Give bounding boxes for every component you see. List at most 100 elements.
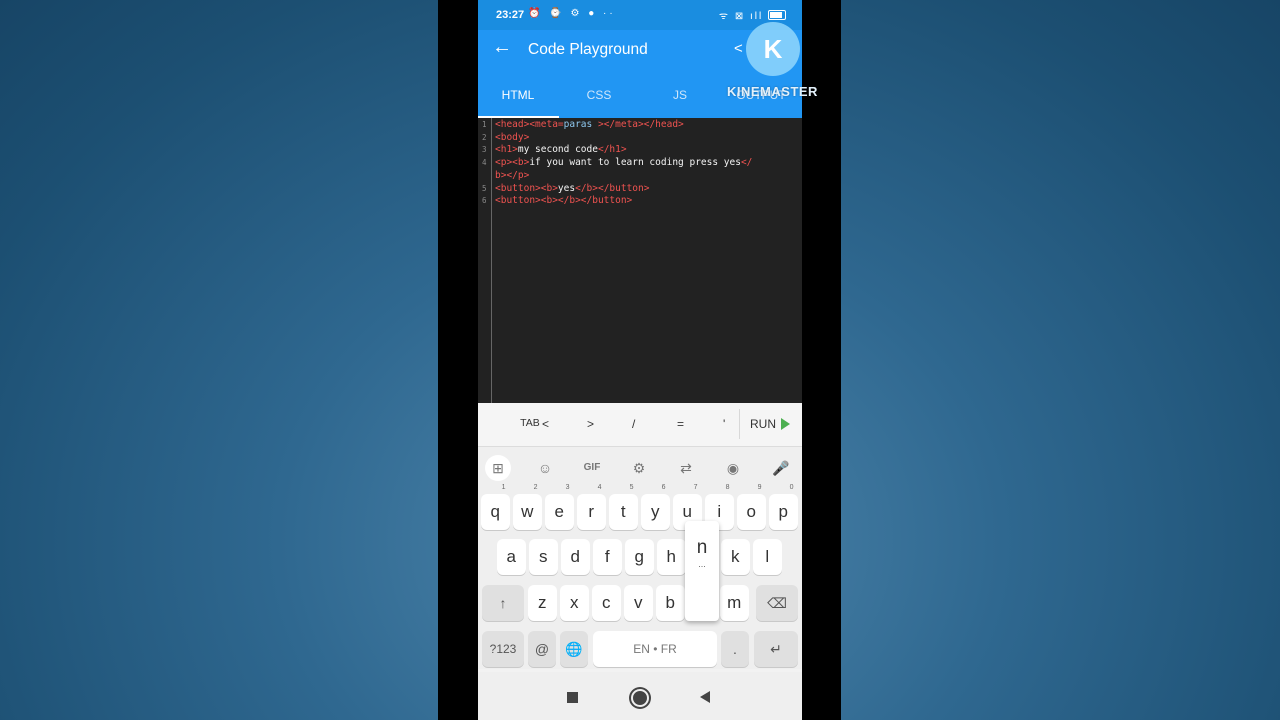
back-triangle-icon[interactable] — [700, 691, 710, 703]
keyboard-toolbar: ⊞ ☺ GIF ⚙ ⇄ ◉ 🎤 — [478, 447, 802, 489]
theme-palette-icon[interactable]: ◉ — [720, 455, 746, 481]
key-label: h — [666, 547, 676, 566]
microphone-icon[interactable]: 🎤 — [768, 455, 794, 481]
code-token: b></p> — [495, 169, 530, 181]
code-text: <button><b>yes</b></button> — [495, 183, 649, 194]
key-w[interactable]: w2 — [513, 484, 542, 530]
equals-key[interactable]: = — [677, 417, 684, 431]
slash-key[interactable]: / — [632, 417, 635, 431]
key-s[interactable]: s — [529, 539, 558, 575]
back-arrow-icon[interactable]: ← — [492, 36, 512, 59]
at-key[interactable]: @ — [528, 631, 556, 667]
key-f[interactable]: f — [593, 539, 622, 575]
key-q[interactable]: q1 — [481, 484, 510, 530]
home-circle-icon[interactable] — [631, 689, 649, 707]
less-than-key[interactable]: < — [542, 417, 549, 431]
tab-key[interactable]: TAB — [490, 417, 570, 429]
shift-key[interactable]: ↑ — [482, 585, 524, 621]
key-k[interactable]: k — [721, 539, 750, 575]
code-token: <button><b> — [495, 182, 558, 194]
code-token: <h1> — [495, 144, 518, 156]
code-text: <p><b>if you want to learn coding press … — [495, 157, 752, 168]
line-number: 2 — [482, 132, 487, 142]
kinemaster-watermark-text: KINEMASTER — [727, 84, 818, 99]
settings-gear-icon[interactable]: ⚙ — [626, 455, 652, 481]
line-number: 5 — [482, 183, 487, 193]
key-e[interactable]: e3 — [545, 484, 574, 530]
key-label: i — [717, 502, 722, 521]
code-text: <button><b></b></button> — [495, 195, 632, 206]
apps-grid-icon[interactable]: ⊞ — [485, 455, 511, 481]
key-hint-number: 4 — [597, 484, 602, 491]
code-text: <body> — [495, 132, 529, 143]
key-hint-number: 9 — [757, 484, 762, 491]
gif-icon[interactable]: GIF — [579, 455, 605, 481]
key-a[interactable]: a — [497, 539, 526, 575]
share-icon[interactable]: < — [734, 40, 743, 57]
key-label: u — [682, 502, 692, 521]
key-hint-number: 5 — [629, 484, 634, 491]
key-label: c — [602, 593, 611, 612]
code-line: 1 <head><meta=paras ></meta></head> — [478, 119, 802, 132]
key-g[interactable]: g — [625, 539, 654, 575]
key-b[interactable]: b — [656, 585, 685, 621]
tab-js[interactable]: JS — [640, 88, 720, 102]
space-bar[interactable]: EN • FR — [593, 631, 717, 667]
key-o[interactable]: o9 — [737, 484, 766, 530]
period-key[interactable]: . — [721, 631, 749, 667]
key-label: q — [490, 502, 500, 521]
key-m[interactable]: m — [720, 585, 749, 621]
code-token: <body> — [495, 131, 530, 143]
app-title: Code Playground — [528, 41, 648, 58]
key-label: r — [588, 502, 595, 521]
key-d[interactable]: d — [561, 539, 590, 575]
code-line: 6 <button><b></b></button> — [478, 195, 802, 208]
system-nav-bar — [478, 672, 802, 720]
globe-icon[interactable]: 🌐 — [560, 631, 588, 667]
run-button[interactable]: RUN — [750, 417, 790, 431]
key-t[interactable]: t5 — [609, 484, 638, 530]
tab-html[interactable]: HTML — [478, 88, 558, 102]
code-lines: 1 <head><meta=paras ></meta></head> 2 <body… — [478, 119, 802, 208]
translate-icon[interactable]: ⇄ — [673, 455, 699, 481]
key-v[interactable]: v — [624, 585, 653, 621]
code-editor[interactable]: 1 <head><meta=paras ></meta></head> 2 <body… — [478, 118, 802, 403]
key-label: m — [727, 593, 742, 612]
key-c[interactable]: c — [592, 585, 621, 621]
key-hint-number: 1 — [501, 484, 506, 491]
key-r[interactable]: r4 — [577, 484, 606, 530]
code-line: 4 <p><b>if you want to learn coding press… — [478, 157, 802, 170]
key-hint-number: 7 — [693, 484, 698, 491]
line-number: 1 — [482, 120, 487, 129]
key-x[interactable]: x — [560, 585, 589, 621]
key-label: b — [665, 593, 675, 612]
key-h[interactable]: h — [657, 539, 686, 575]
code-line: 5 <button><b>yes</b></button> — [478, 183, 802, 196]
key-p[interactable]: p0 — [769, 484, 798, 530]
key-label: z — [538, 593, 547, 612]
greater-than-key[interactable]: > — [587, 417, 594, 431]
code-token: </ — [740, 157, 753, 169]
play-icon — [781, 417, 790, 430]
status-system-icons: ᯤ ⊠ ıll — [719, 8, 786, 22]
key-hint-number: 0 — [789, 484, 794, 491]
sticker-icon[interactable]: ☺ — [532, 455, 558, 481]
recents-square-icon[interactable] — [567, 692, 578, 703]
key-preview-popup: n ... — [685, 521, 719, 621]
backspace-key[interactable]: ⌫ — [756, 585, 798, 621]
line-number: 3 — [482, 145, 487, 155]
key-z[interactable]: z — [528, 585, 557, 621]
tab-css[interactable]: CSS — [559, 88, 639, 102]
phone-screen: 23:27 ⏰ ⌚ ⚙ ● ·· ᯤ ⊠ ıll ← Code Playgrou… — [478, 0, 802, 720]
quote-key[interactable]: ' — [723, 417, 725, 431]
key-y[interactable]: y6 — [641, 484, 670, 530]
code-token: if you want to learn coding press yes — [529, 157, 741, 169]
key-label: a — [506, 547, 516, 566]
key-l[interactable]: l — [753, 539, 782, 575]
code-token: </b></button> — [575, 182, 650, 194]
code-token: <p><b> — [495, 157, 530, 169]
key-label: w — [521, 502, 534, 521]
enter-key[interactable]: ↵ — [754, 631, 798, 667]
symbols-key[interactable]: ?123 — [482, 631, 524, 667]
key-hint-number: 3 — [565, 484, 570, 491]
